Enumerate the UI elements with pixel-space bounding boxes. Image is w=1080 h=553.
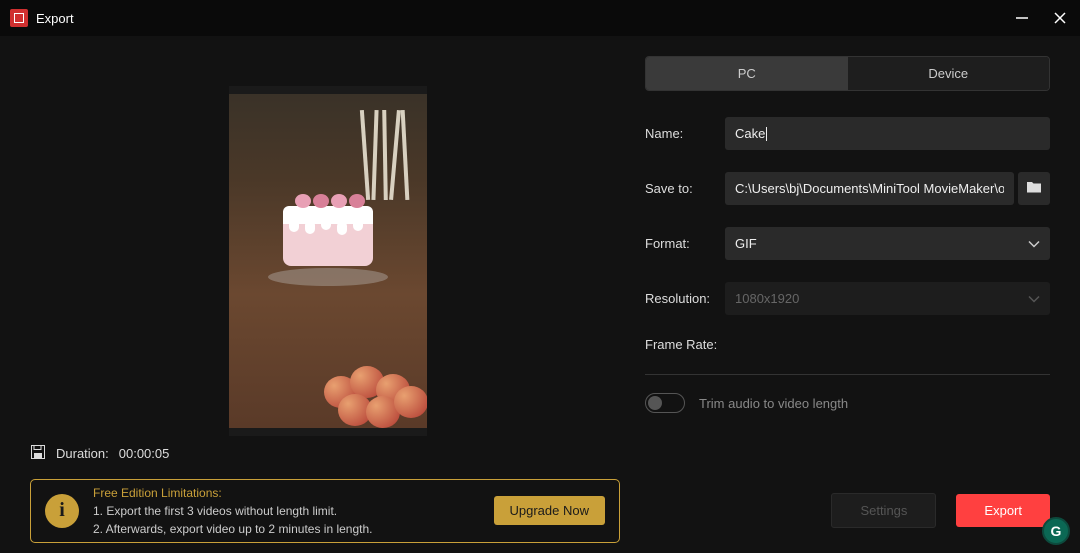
app-icon xyxy=(10,9,28,27)
text-cursor xyxy=(766,127,767,141)
export-tabs: PC Device xyxy=(645,56,1050,91)
format-select[interactable]: GIF xyxy=(725,227,1050,260)
row-saveto: Save to: xyxy=(645,172,1050,205)
minimize-icon[interactable] xyxy=(1012,8,1032,28)
name-label: Name: xyxy=(645,126,725,141)
duration-label: Duration: xyxy=(56,446,109,461)
tab-device[interactable]: Device xyxy=(848,57,1050,90)
row-framerate: Frame Rate: xyxy=(645,337,1050,352)
format-label: Format: xyxy=(645,236,725,251)
info-icon: i xyxy=(45,494,79,528)
divider xyxy=(645,374,1050,375)
grammarly-icon[interactable]: G xyxy=(1042,517,1070,545)
row-trim: Trim audio to video length xyxy=(645,393,1050,413)
main-content: Duration: 00:00:05 PC Device Name: Cake … xyxy=(0,36,1080,468)
duration-row: Duration: 00:00:05 xyxy=(30,436,625,471)
trim-label: Trim audio to video length xyxy=(699,396,848,411)
window-controls xyxy=(1012,8,1070,28)
browse-button[interactable] xyxy=(1018,172,1050,205)
form-column: PC Device Name: Cake Save to: Format: GI… xyxy=(625,56,1050,458)
framerate-label: Frame Rate: xyxy=(645,337,735,352)
video-preview xyxy=(229,86,427,436)
tab-pc[interactable]: PC xyxy=(646,57,848,90)
name-input[interactable]: Cake xyxy=(725,117,1050,150)
close-icon[interactable] xyxy=(1050,8,1070,28)
name-text: Cake xyxy=(735,126,765,141)
preview-column: Duration: 00:00:05 xyxy=(30,56,625,458)
titlebar: Export xyxy=(0,0,1080,36)
resolution-select: 1080x1920 xyxy=(725,282,1050,315)
titlebar-left: Export xyxy=(10,9,74,27)
upgrade-line2: 2. Afterwards, export video up to 2 minu… xyxy=(93,520,480,538)
upgrade-line1: 1. Export the first 3 videos without len… xyxy=(93,502,480,520)
upgrade-title: Free Edition Limitations: xyxy=(93,484,480,502)
preview-wrap xyxy=(30,56,625,436)
upgrade-button[interactable]: Upgrade Now xyxy=(494,496,606,525)
settings-button: Settings xyxy=(831,493,936,528)
row-resolution: Resolution: 1080x1920 xyxy=(645,282,1050,315)
saveto-input[interactable] xyxy=(725,172,1014,205)
folder-icon xyxy=(1026,180,1042,197)
save-icon xyxy=(30,444,46,463)
resolution-label: Resolution: xyxy=(645,291,725,306)
upgrade-text: Free Edition Limitations: 1. Export the … xyxy=(93,484,480,538)
bottom-bar: i Free Edition Limitations: 1. Export th… xyxy=(0,468,1080,553)
row-format: Format: GIF xyxy=(645,227,1050,260)
window-title: Export xyxy=(36,11,74,26)
trim-toggle[interactable] xyxy=(645,393,685,413)
upgrade-box: i Free Edition Limitations: 1. Export th… xyxy=(30,479,620,543)
saveto-label: Save to: xyxy=(645,181,725,196)
export-button[interactable]: Export xyxy=(956,494,1050,527)
row-name: Name: Cake xyxy=(645,117,1050,150)
duration-value: 00:00:05 xyxy=(119,446,170,461)
